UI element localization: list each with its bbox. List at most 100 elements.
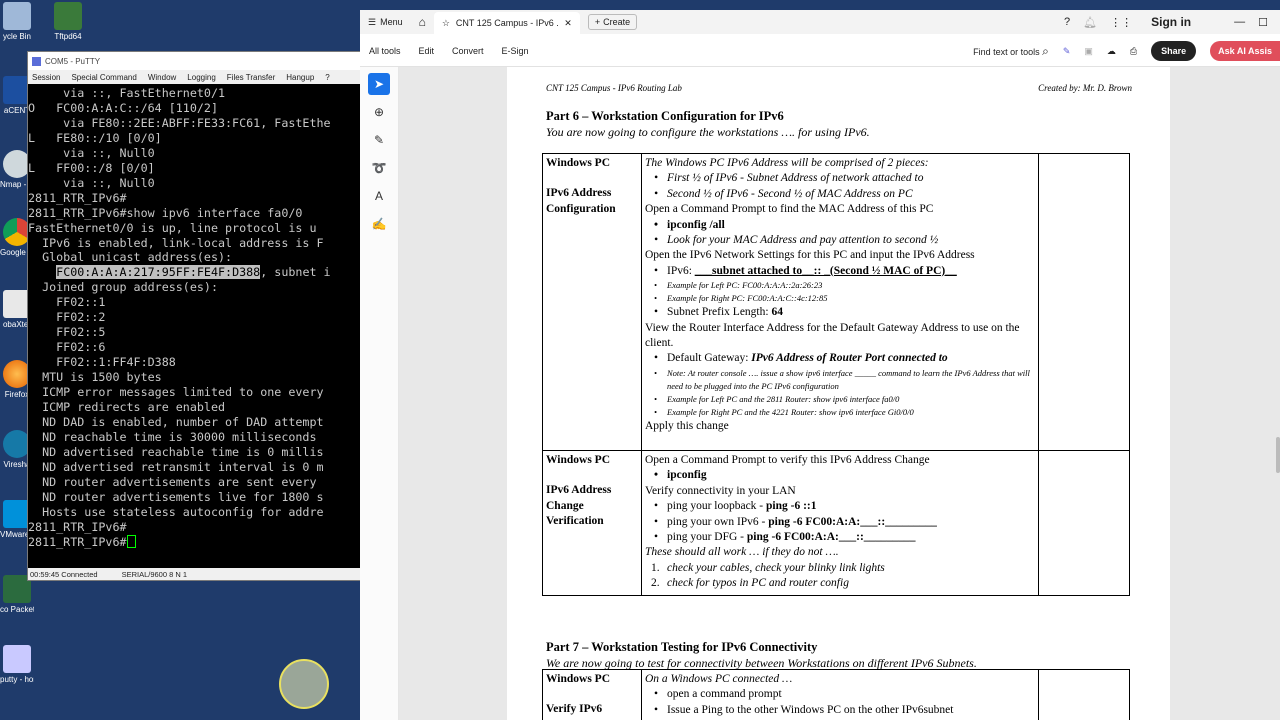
serial-settings: SERIAL/9600 8 N 1: [121, 569, 188, 579]
ai-rewrite-icon[interactable]: ✎: [1063, 46, 1071, 57]
ping-command: ping -6 ::1: [766, 500, 817, 513]
menu-label: Menu: [380, 17, 403, 27]
edit-button[interactable]: Edit: [419, 46, 435, 56]
terminal-line: ND advertised reachable time is 0 millis: [28, 444, 324, 459]
selected-ipv6-address[interactable]: FC00:A:A:A:217:95FF:FE4F:D388: [56, 265, 261, 280]
recycle-bin-icon: [3, 2, 31, 30]
part6-subtitle: You are now going to configure the works…: [546, 125, 870, 139]
bullet-item: Issue a Ping to the other Windows PC on …: [645, 703, 1035, 719]
instruction-line: View the Router Interface Address for th…: [645, 321, 1020, 350]
row-label-line: Windows PC: [546, 673, 611, 685]
putty-menu-window[interactable]: Window: [148, 73, 176, 82]
note-item: Note: At router console …. issue a show …: [645, 367, 1035, 393]
pdf-page: CNT 125 Campus - IPv6 Routing Lab Create…: [507, 67, 1170, 720]
menu-button[interactable]: ☰ Menu: [360, 10, 411, 34]
terminal-line: Joined group address(es):: [28, 280, 218, 295]
close-tab-icon[interactable]: ✕: [564, 18, 572, 29]
star-icon: ☆: [441, 17, 450, 28]
putty-menu-special-command[interactable]: Special Command: [71, 73, 136, 82]
annotate-pen-icon[interactable]: ✎: [368, 129, 390, 151]
terminal-line: via ::, Null0: [28, 145, 155, 160]
numbered-text: check your cables, check your blinky lin…: [667, 561, 885, 574]
terminal-line: ND router advertisements live for 1800 s: [28, 489, 324, 504]
terminal-line: 2811_RTR_IPv6#show ipv6 interface fa0/0: [28, 205, 303, 220]
gateway-value: IPv6 Address of Router Port connected to: [751, 352, 948, 365]
maximize-icon[interactable]: ☐: [1258, 16, 1268, 29]
bullet-item: ping your DFG - ping -6 FC00:A:A:___::__…: [645, 530, 1035, 546]
terminal-line: ND router advertisements are sent every: [28, 474, 317, 489]
select-cursor-icon[interactable]: ➤: [368, 73, 390, 95]
instruction-line: These should all work … if they do not ……: [645, 546, 839, 559]
row-label: Windows PC Verify IPv6: [542, 669, 642, 720]
zoom-icon[interactable]: ⊕: [368, 101, 390, 123]
page-header-right: Created by: Mr. D. Brown: [1038, 83, 1132, 93]
putty-menu-hangup[interactable]: Hangup: [286, 73, 314, 82]
terminal-line: Hosts use stateless autoconfig for addre: [28, 504, 324, 519]
instruction-line: Open a Command Prompt to verify this IPv…: [645, 454, 930, 466]
terminal-line: L FF00::/8 [0/0]: [28, 160, 155, 175]
acrobat-window: ☰ Menu ⌂ ☆ CNT 125 Campus - IPv6 ... ✕ +…: [360, 10, 1280, 720]
save-icon[interactable]: ▣: [1084, 46, 1093, 57]
putty-menu-help[interactable]: ?: [325, 73, 329, 82]
notification-bell-icon[interactable]: 🔔︎: [1083, 16, 1097, 29]
row-label-line: Verify IPv6: [546, 703, 603, 716]
search-icon: ⌕: [1042, 43, 1049, 58]
putty-menu-files-transfer[interactable]: Files Transfer: [227, 73, 275, 82]
upload-cloud-icon[interactable]: ☁: [1107, 46, 1116, 57]
share-button[interactable]: Share: [1151, 41, 1197, 61]
create-button[interactable]: + Create: [587, 14, 638, 30]
sign-icon[interactable]: ✍: [368, 213, 390, 235]
all-tools-button[interactable]: All tools: [369, 46, 401, 56]
putty-icon: [3, 645, 31, 673]
find-text-button[interactable]: Find text or tools ⌕: [973, 44, 1049, 59]
ping-label: ping your DFG -: [667, 531, 747, 544]
putty-menu-logging[interactable]: Logging: [187, 73, 215, 82]
desktop-icon-label: Tftpd64: [54, 32, 82, 41]
ping-label: ping your own IPv6 -: [667, 515, 769, 528]
terminal-output[interactable]: via ::, FastEthernet0/1 O FC00:A:A:C::/64…: [28, 86, 361, 568]
apps-grid-icon[interactable]: ⋮⋮: [1110, 16, 1132, 29]
table-row: Windows PC IPv6 Address Configuration Th…: [542, 153, 1130, 451]
terminal-line: L FE80::/10 [0/0]: [28, 130, 162, 145]
prefix-value: 64: [771, 306, 783, 319]
sign-in-button[interactable]: Sign in: [1151, 15, 1191, 29]
minimize-icon[interactable]: —: [1234, 16, 1245, 28]
instruction-line: Apply this change: [645, 419, 729, 432]
document-viewport[interactable]: CNT 125 Campus - IPv6 Routing Lab Create…: [399, 67, 1280, 720]
bullet-item: ipconfig: [645, 468, 1035, 484]
row-label-line: IPv6 Address Change Verification: [546, 484, 612, 528]
recycle-bin-shortcut[interactable]: ycle Bin: [0, 2, 34, 41]
terminal-line: 2811_RTR_IPv6#: [28, 534, 361, 550]
putty-titlebar[interactable]: COM5 - PuTTY: [28, 52, 361, 70]
terminal-line: ND advertised retransmit interval is 0 m: [28, 459, 324, 474]
prefix-label: Subnet Prefix Length:: [667, 306, 772, 319]
putty-menu-session[interactable]: Session: [32, 73, 60, 82]
text-select-icon[interactable]: A: [368, 185, 390, 207]
putty-shortcut[interactable]: putty - hortcut: [0, 645, 34, 684]
example-item: Example for Right PC: FC00:A:A:C::4c:12:…: [645, 292, 1035, 305]
esign-button[interactable]: E-Sign: [502, 46, 529, 56]
putty-statusbar: 00:59:45 Connected SERIAL/9600 8 N 1: [28, 568, 361, 580]
tab-title: CNT 125 Campus - IPv6 ...: [455, 18, 559, 28]
document-tab[interactable]: ☆ CNT 125 Campus - IPv6 ... ✕: [433, 12, 580, 34]
help-icon[interactable]: ?: [1064, 16, 1070, 28]
bullet-item: ipconfig /all: [645, 218, 1035, 234]
terminal-line: 2811_RTR_IPv6#: [28, 190, 127, 205]
terminal-line: FF02::6: [28, 340, 106, 355]
desktop-icon-label: ycle Bin: [2, 32, 31, 41]
ask-ai-assistant-button[interactable]: Ask AI Assis: [1210, 41, 1280, 61]
quick-tools-sidebar: ➤ ⊕ ✎ ➰ A ✍: [360, 67, 399, 720]
home-icon: ⌂: [418, 15, 426, 29]
desktop-icon-label: co Packet Tracer: [0, 605, 34, 614]
vertical-scrollbar[interactable]: [1276, 437, 1280, 473]
print-icon[interactable]: ⎙: [1130, 46, 1137, 57]
home-button[interactable]: ⌂: [411, 10, 434, 34]
terminal-line: FC00:A:A:A:217:95FF:FE4F:D388, subnet i: [56, 265, 331, 280]
convert-button[interactable]: Convert: [452, 46, 484, 56]
ping-command: ping -6 FC00:A:A:___::_________: [746, 531, 916, 544]
tftpd64-shortcut[interactable]: Tftpd64: [48, 2, 88, 41]
lasso-icon[interactable]: ➰: [368, 157, 390, 179]
terminal-line: 2811_RTR_IPv6#: [28, 519, 127, 534]
bullet-item: IPv6: ___subnet attached to__:: _(Second…: [645, 264, 1035, 280]
putty-window[interactable]: COM5 - PuTTY Session Special Command Win…: [27, 51, 362, 581]
